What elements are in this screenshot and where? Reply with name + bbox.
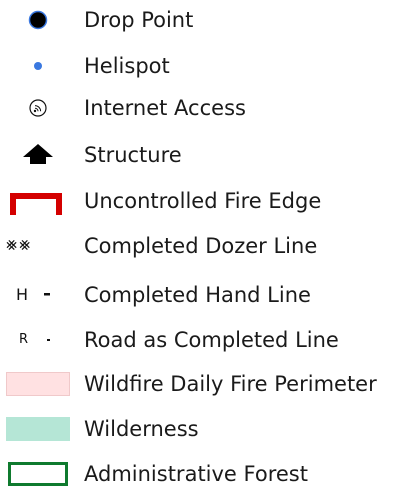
legend-item-structure: Structure [0, 135, 416, 175]
legend-item-drop-point: Drop Point [0, 0, 416, 40]
road-line-icon: R [0, 320, 76, 360]
legend-item-helispot: Helispot [0, 46, 416, 86]
legend-label: Road as Completed Line [84, 328, 339, 352]
legend-label: Wilderness [84, 417, 199, 441]
perimeter-swatch [0, 364, 76, 404]
wifi-icon [0, 88, 76, 128]
legend-label: Completed Dozer Line [84, 234, 318, 258]
legend-item-completed-hand-line: H Completed Hand Line [0, 275, 416, 315]
legend-item-administrative-forest: Administrative Forest [0, 454, 416, 494]
admin-forest-swatch [0, 454, 76, 494]
legend-item-road-as-completed-line: R Road as Completed Line [0, 320, 416, 360]
dozer-line-icon: ⨳⨳ [6, 234, 33, 255]
legend-item-internet-access: Internet Access [0, 88, 416, 128]
legend-label: Administrative Forest [84, 462, 308, 486]
legend-label: Internet Access [84, 96, 246, 120]
fire-edge-icon [0, 181, 76, 221]
drop-point-icon [0, 0, 76, 40]
legend-label: Drop Point [84, 8, 194, 32]
legend-item-completed-dozer-line: ⨳⨳ Completed Dozer Line [0, 226, 416, 266]
legend-item-uncontrolled-fire-edge: Uncontrolled Fire Edge [0, 181, 416, 221]
legend-item-wildfire-daily-fire-perimeter: Wildfire Daily Fire Perimeter [0, 364, 416, 404]
helispot-icon [0, 46, 76, 86]
legend-item-wilderness: Wilderness [0, 409, 416, 449]
legend-label: Wildfire Daily Fire Perimeter [84, 372, 377, 396]
legend-label: Structure [84, 143, 182, 167]
legend-label: Completed Hand Line [84, 283, 311, 307]
legend-label: Helispot [84, 54, 170, 78]
structure-icon [0, 135, 76, 175]
legend-label: Uncontrolled Fire Edge [84, 189, 322, 213]
hand-line-icon: H [0, 275, 76, 315]
wilderness-swatch [0, 409, 76, 449]
map-legend: Drop Point Helispot Internet Access Stru… [0, 0, 416, 495]
